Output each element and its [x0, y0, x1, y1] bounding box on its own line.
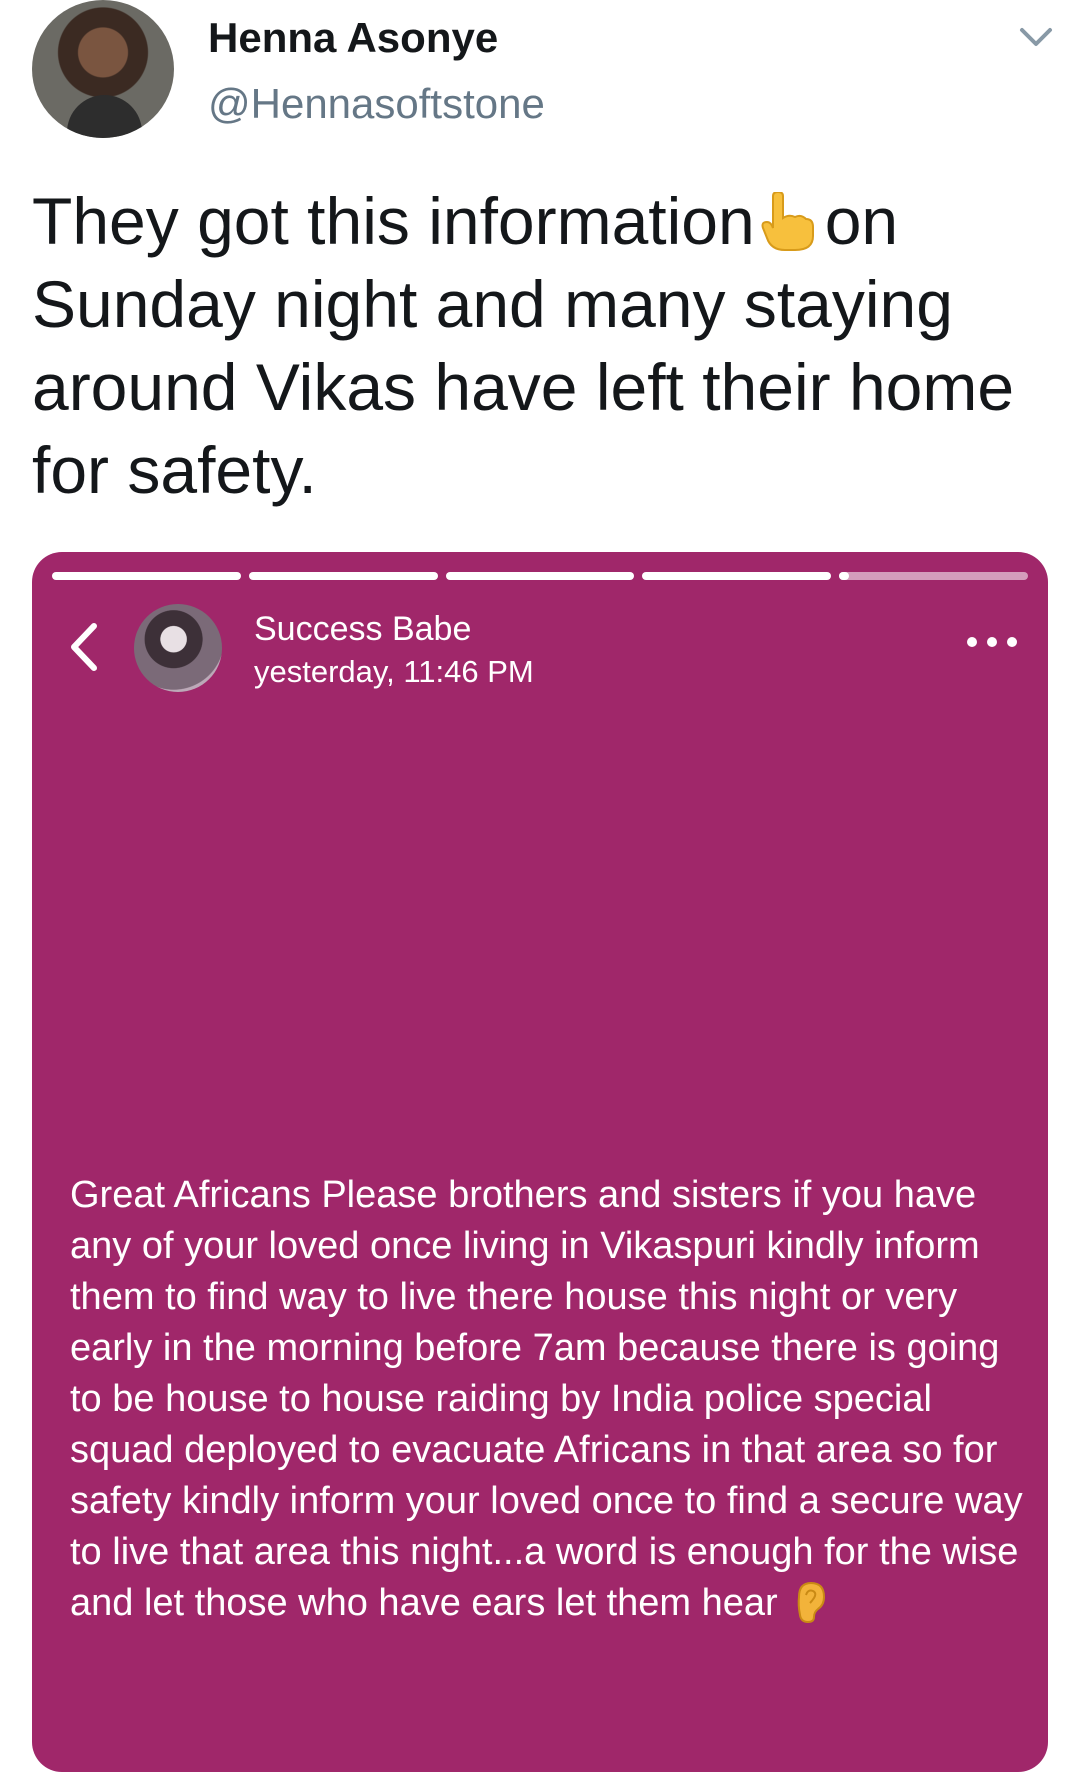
- story-user-avatar[interactable]: [134, 604, 222, 692]
- story-timestamp: yesterday, 11:46 PM: [254, 654, 534, 689]
- author-avatar[interactable]: [32, 0, 174, 138]
- back-arrow-icon[interactable]: [64, 618, 104, 676]
- story-text-body: Great Africans Please brothers and siste…: [70, 1174, 1023, 1624]
- story-card[interactable]: Success Babe yesterday, 11:46 PM Great A…: [32, 552, 1048, 1772]
- pointing-up-icon: [759, 188, 815, 251]
- story-progress-bar: [52, 572, 1028, 580]
- progress-segment: [248, 572, 438, 580]
- ear-icon: [796, 1581, 826, 1624]
- progress-segment: [642, 572, 832, 580]
- progress-segment-active: [839, 572, 1028, 580]
- chevron-down-icon[interactable]: [1018, 22, 1054, 52]
- more-icon[interactable]: [960, 630, 1024, 654]
- progress-segment: [445, 572, 635, 580]
- story-user-name[interactable]: Success Babe: [254, 610, 471, 649]
- tweet-text-part1: They got this information: [32, 184, 755, 258]
- author-handle[interactable]: @Hennasoftstone: [208, 80, 545, 128]
- tweet-header: Henna Asonye @Hennasoftstone: [0, 0, 1080, 150]
- progress-segment: [52, 572, 241, 580]
- author-name[interactable]: Henna Asonye: [208, 14, 498, 62]
- tweet-text: They got this information on Sunday nigh…: [32, 180, 1042, 512]
- story-text: Great Africans Please brothers and siste…: [70, 1170, 1030, 1629]
